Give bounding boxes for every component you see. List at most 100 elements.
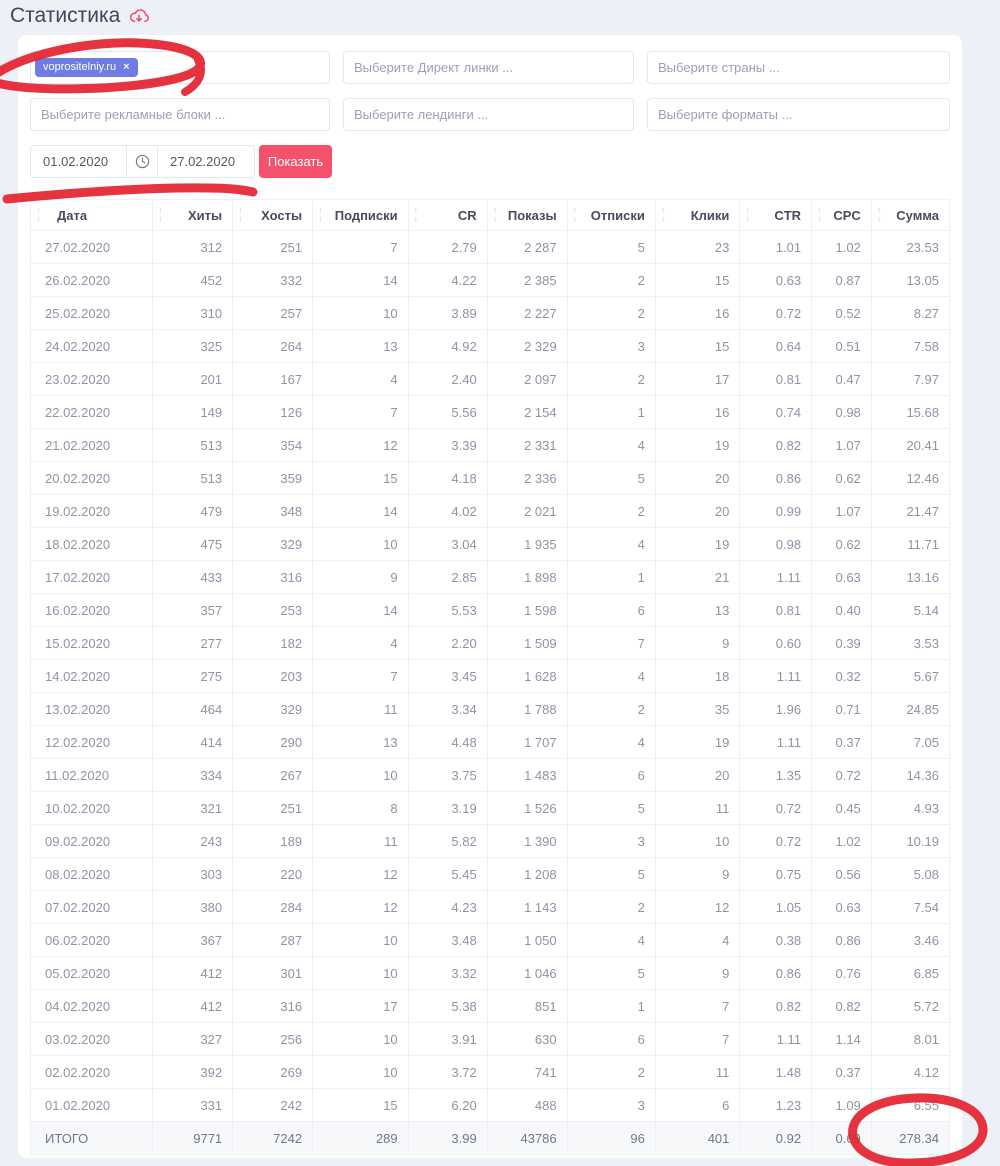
date-cell: 18.02.2020: [29, 527, 154, 561]
value-cell: 5: [566, 956, 656, 990]
column-header-cpc[interactable]: ↑ ↓ CPC: [811, 199, 872, 231]
value-cell: 243: [152, 824, 234, 858]
column-header-сумма[interactable]: ↑ ↓ Сумма: [870, 199, 951, 231]
countries-input[interactable]: [647, 51, 950, 84]
table-row: 02.02.2020 392 269 10 3.72 741 2 11 1.48 0.37 4.12: [29, 1055, 951, 1089]
date-from-input[interactable]: [30, 145, 127, 178]
value-cell: 2 097: [486, 362, 568, 396]
date-cell: 13.02.2020: [29, 692, 154, 726]
totals-value-cell: 0.92: [739, 1121, 813, 1155]
column-header-клики[interactable]: ↑ ↓ Клики: [654, 199, 741, 231]
column-header-ctr[interactable]: ↑ ↓ CTR: [739, 199, 813, 231]
value-cell: 15.68: [870, 395, 951, 429]
value-cell: 7: [566, 626, 656, 660]
value-cell: 17: [312, 989, 409, 1023]
value-cell: 7: [312, 395, 409, 429]
formats-input[interactable]: [647, 98, 950, 131]
value-cell: 14.36: [870, 758, 951, 792]
column-header-показы[interactable]: ↑ ↓ Показы: [486, 199, 568, 231]
value-cell: 10.19: [870, 824, 951, 858]
stats-table: ↑ ↓ Дата ↑ ↓ Хиты ↑ ↓ Хосты ↑ ↓ Подписки ↑ ↓ CR ↑ ↓ Показ…: [29, 199, 951, 1155]
remove-tag-icon[interactable]: ×: [123, 62, 129, 73]
table-row: 23.02.2020 201 167 4 2.40 2 097 2 17 0.81 0.47 7.9…: [29, 362, 951, 396]
value-cell: 284: [232, 890, 314, 924]
table-row: 25.02.2020 310 257 10 3.89 2 227 2 16 0.72 0.52 8.…: [29, 296, 951, 330]
column-header-хосты[interactable]: ↑ ↓ Хосты: [232, 199, 314, 231]
value-cell: 0.47: [811, 362, 872, 396]
value-cell: 3.19: [407, 791, 488, 825]
value-cell: 12: [312, 890, 409, 924]
column-header-label: Клики: [690, 207, 730, 223]
value-cell: 126: [232, 395, 314, 429]
value-cell: 6.85: [870, 956, 951, 990]
value-cell: 851: [486, 989, 568, 1023]
value-cell: 329: [232, 692, 314, 726]
site-tag-chip: voprositelniy.ru ×: [35, 58, 138, 77]
table-row: 20.02.2020 513 359 15 4.18 2 336 5 20 0.86 0.62 12…: [29, 461, 951, 495]
value-cell: 4.92: [407, 329, 488, 363]
value-cell: 334: [152, 758, 234, 792]
value-cell: 0.71: [811, 692, 872, 726]
column-header-подписки[interactable]: ↑ ↓ Подписки: [312, 199, 409, 231]
date-to-input[interactable]: [158, 145, 255, 178]
value-cell: 1 208: [486, 857, 568, 891]
value-cell: 11: [312, 692, 409, 726]
cloud-download-icon[interactable]: [128, 5, 150, 27]
column-header-cr[interactable]: ↑ ↓ CR: [407, 199, 488, 231]
ad-blocks-input[interactable]: [30, 98, 330, 131]
value-cell: 1.11: [739, 1022, 813, 1056]
sort-icon: ↑ ↓: [413, 205, 419, 223]
direct-links-input[interactable]: [343, 51, 634, 84]
value-cell: 10: [312, 758, 409, 792]
value-cell: 1 526: [486, 791, 568, 825]
column-header-label: Подписки: [334, 207, 398, 223]
sites-filter-select[interactable]: voprositelniy.ru ×: [30, 51, 330, 84]
value-cell: 4.02: [407, 494, 488, 528]
value-cell: 5.53: [407, 593, 488, 627]
value-cell: 0.87: [811, 263, 872, 297]
table-row: 17.02.2020 433 316 9 2.85 1 898 1 21 1.11 0.63 13.…: [29, 560, 951, 594]
value-cell: 0.56: [811, 857, 872, 891]
show-button[interactable]: Показать: [259, 145, 332, 178]
value-cell: 10: [312, 956, 409, 990]
table-row: 14.02.2020 275 203 7 3.45 1 628 4 18 1.11 0.32 5.6…: [29, 659, 951, 693]
table-row: 03.02.2020 327 256 10 3.91 630 6 7 1.11 1.14 8.01: [29, 1022, 951, 1056]
column-header-label: Отписки: [590, 207, 645, 223]
value-cell: 3.75: [407, 758, 488, 792]
value-cell: 253: [232, 593, 314, 627]
value-cell: 11: [654, 1055, 741, 1089]
table-wrap: ↑ ↓ Дата ↑ ↓ Хиты ↑ ↓ Хосты ↑ ↓ Подписки ↑ ↓ CR ↑ ↓ Показ…: [18, 178, 962, 1155]
column-header-отписки[interactable]: ↑ ↓ Отписки: [566, 199, 656, 231]
value-cell: 5.56: [407, 395, 488, 429]
totals-value-cell: 9771: [152, 1121, 234, 1155]
statistics-card: voprositelniy.ru × Показать ↑↓ Дата ↑↓: [18, 35, 962, 1158]
value-cell: 0.39: [811, 626, 872, 660]
column-header-label: CPC: [833, 207, 861, 223]
date-cell: 24.02.2020: [29, 329, 154, 363]
column-header-дата[interactable]: ↑ ↓ Дата: [29, 199, 154, 231]
sort-icon: ↑ ↓: [318, 205, 323, 223]
value-cell: 3.89: [407, 296, 488, 330]
value-cell: 20: [654, 758, 741, 792]
value-cell: 312: [152, 230, 234, 264]
table-row: 04.02.2020 412 316 17 5.38 851 1 7 0.82 0.82 5.72: [29, 989, 951, 1023]
totals-label: ИТОГО: [29, 1121, 154, 1155]
date-cell: 26.02.2020: [29, 263, 154, 297]
landings-input[interactable]: [343, 98, 634, 131]
value-cell: 2 331: [486, 428, 568, 462]
value-cell: 12: [312, 428, 409, 462]
date-range-row: Показать: [18, 131, 962, 178]
column-header-хиты[interactable]: ↑ ↓ Хиты: [152, 199, 234, 231]
value-cell: 16: [654, 296, 741, 330]
date-cell: 09.02.2020: [29, 824, 154, 858]
value-cell: 1.09: [811, 1088, 872, 1122]
column-header-label: Сумма: [896, 207, 939, 223]
value-cell: 257: [232, 296, 314, 330]
value-cell: 0.38: [739, 923, 813, 957]
value-cell: 149: [152, 395, 234, 429]
value-cell: 357: [152, 593, 234, 627]
totals-value-cell: 3.99: [407, 1121, 488, 1155]
value-cell: 0.52: [811, 296, 872, 330]
value-cell: 0.63: [739, 263, 813, 297]
value-cell: 251: [232, 230, 314, 264]
